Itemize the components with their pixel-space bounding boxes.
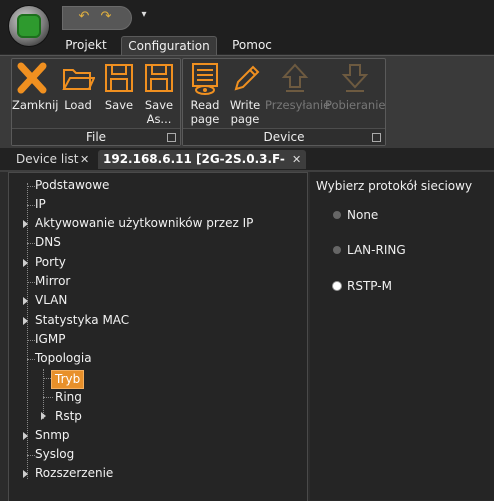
- upload-button[interactable]: Przesyłanie: [265, 61, 330, 112]
- tree-item-mirror[interactable]: Mirror: [35, 273, 70, 290]
- tree-item-aktywowanie[interactable]: Aktywowanie użytkowników przez IP: [35, 215, 253, 232]
- device-group-label: Device: [183, 128, 385, 145]
- tab-pomoc[interactable]: Pomoc: [222, 36, 282, 55]
- load-button[interactable]: Load: [58, 61, 98, 112]
- radio-none[interactable]: [333, 211, 341, 219]
- download-button[interactable]: Pobieranie: [325, 61, 385, 112]
- close-icon[interactable]: ✕: [80, 150, 89, 169]
- tree-item-ring[interactable]: Ring: [55, 389, 82, 406]
- expand-arrow-icon[interactable]: [23, 220, 28, 228]
- protocol-title: Wybierz protokół sieciowy: [316, 179, 473, 193]
- protocol-panel: Wybierz protokół sieciowy None LAN-RING …: [310, 172, 494, 500]
- tab-projekt[interactable]: Projekt: [58, 36, 114, 55]
- expand-arrow-icon[interactable]: [23, 259, 28, 267]
- tree-item-igmp[interactable]: IGMP: [35, 331, 65, 348]
- radio-rstp-m-label[interactable]: RSTP-M: [347, 279, 392, 293]
- radio-lan-ring[interactable]: [333, 246, 341, 254]
- tab-device-list[interactable]: Device list ✕: [8, 150, 96, 169]
- quick-access-toolbar: ↶ ↷: [62, 6, 132, 30]
- tree-connector: [27, 282, 35, 283]
- read-page-label: Read page: [190, 98, 220, 126]
- expand-arrow-icon[interactable]: [23, 432, 28, 440]
- file-group-label: File: [12, 128, 180, 145]
- read-page-button[interactable]: Read page: [185, 61, 225, 126]
- tree-item-dns[interactable]: DNS: [35, 234, 61, 251]
- tree-connector: [43, 378, 51, 379]
- download-label: Pobieranie: [325, 98, 386, 112]
- tree-item-syslog[interactable]: Syslog: [35, 446, 74, 463]
- settings-tree: Podstawowe IP Aktywowanie użytkowników p…: [8, 172, 308, 501]
- tree-connector: [27, 455, 35, 456]
- device-group-launcher-icon[interactable]: [372, 133, 381, 142]
- radio-none-label[interactable]: None: [347, 208, 378, 222]
- tab-device-config[interactable]: 192.168.6.11 [2G-2S.0.3.F-BOX-PoE] ✕: [98, 150, 306, 185]
- close-icon[interactable]: ✕: [292, 150, 301, 169]
- load-button-label: Load: [64, 98, 92, 112]
- floppy-disk-icon: [102, 61, 136, 95]
- expand-arrow-icon[interactable]: [23, 470, 28, 478]
- app-logo-icon[interactable]: [9, 6, 49, 46]
- tree-item-tryb[interactable]: Tryb: [51, 370, 85, 389]
- save-button-label: Save: [104, 98, 134, 112]
- tree-item-vlan[interactable]: VLAN: [35, 292, 67, 309]
- write-page-label: Write page: [229, 98, 261, 126]
- tree-connector: [27, 186, 35, 187]
- upload-label: Przesyłanie: [265, 98, 331, 112]
- close-button-label: Zamknij: [12, 98, 59, 112]
- tree-item-ip[interactable]: IP: [35, 196, 46, 213]
- device-group: Read page Write page Przesyłanie Pobiera…: [182, 58, 386, 146]
- tree-item-snmp[interactable]: Snmp: [35, 427, 70, 444]
- tree-item-statystyka-mac[interactable]: Statystyka MAC: [35, 312, 129, 329]
- tree-connector: [27, 359, 35, 360]
- radio-lan-ring-label[interactable]: LAN-RING: [347, 243, 406, 257]
- quick-access-dropdown-icon[interactable]: ▾: [138, 9, 150, 23]
- tree-item-rozszerzenie[interactable]: Rozszerzenie: [35, 465, 113, 482]
- upload-arrow-icon: [278, 61, 312, 95]
- tree-connector: [43, 397, 53, 398]
- pencil-icon: [228, 61, 262, 95]
- close-button[interactable]: Zamknij: [12, 61, 58, 112]
- expand-arrow-icon[interactable]: [23, 317, 28, 325]
- save-as-button[interactable]: Save As...: [140, 61, 178, 126]
- radio-rstp-m[interactable]: [333, 282, 341, 290]
- tree-item-podstawowe[interactable]: Podstawowe: [35, 177, 109, 194]
- tree-item-topologia[interactable]: Topologia: [35, 350, 92, 367]
- write-page-button[interactable]: Write page: [225, 61, 265, 126]
- tab-configuration[interactable]: Configuration: [121, 36, 217, 56]
- tree-connector: [27, 340, 35, 341]
- tree-item-porty[interactable]: Porty: [35, 254, 66, 271]
- folder-open-icon: [61, 61, 96, 95]
- save-button[interactable]: Save: [100, 61, 138, 112]
- tree-item-rstp[interactable]: Rstp: [55, 408, 82, 425]
- floppy-disk-saveas-icon: [142, 61, 176, 95]
- tree-connector: [27, 205, 35, 206]
- read-page-icon: [188, 61, 222, 95]
- close-x-icon: [15, 61, 49, 95]
- undo-icon[interactable]: ↶: [75, 9, 93, 25]
- expand-arrow-icon[interactable]: [23, 297, 28, 305]
- redo-icon[interactable]: ↷: [97, 9, 115, 25]
- download-arrow-icon: [338, 61, 372, 95]
- expand-arrow-icon[interactable]: [41, 412, 46, 420]
- tab-device-list-label: Device list: [16, 152, 79, 166]
- file-group: Zamknij Load Save Save As... File: [11, 58, 181, 146]
- save-as-button-label: Save As...: [144, 98, 174, 126]
- tree-connector: [27, 243, 35, 244]
- file-group-launcher-icon[interactable]: [167, 133, 176, 142]
